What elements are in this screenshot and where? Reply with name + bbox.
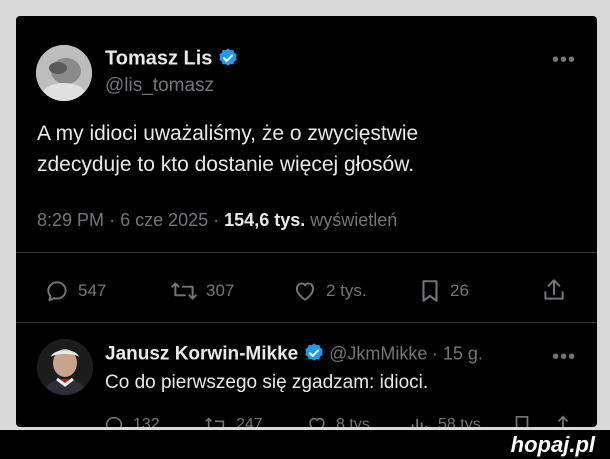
views-icon [411,418,428,427]
reply-header: Janusz Korwin-Mikke @JkmMikke · 15 g. [105,342,483,369]
repost-icon [205,417,225,427]
share-button[interactable] [552,413,582,427]
separator: · [431,343,443,364]
repost-button[interactable]: 247 [204,414,263,427]
more-icon[interactable]: ••• [552,347,576,367]
like-count: 2 tys. [326,281,367,300]
divider [16,322,597,323]
watermark-logo: hopaj.pl [510,432,595,457]
reply-text: Co do pierwszego się zgadzam: idioci. [105,372,429,393]
like-icon [295,282,315,301]
bookmark-icon [515,415,529,427]
share-icon [554,415,572,427]
repost-count: 307 [206,281,235,300]
reply-button[interactable]: 132 [103,414,160,427]
tweet-text: A my idioci uważaliśmy, że o zwycięstwie… [37,118,418,180]
repost-count: 247 [236,416,263,427]
bookmark-icon [422,280,438,302]
reply-count: 132 [133,416,160,427]
bookmark-button[interactable]: 26 [418,278,469,304]
separator: · [213,210,225,230]
repost-icon [171,282,197,300]
share-icon [544,279,564,300]
author-name[interactable]: Tomasz Lis [105,48,212,70]
verified-badge-icon [303,342,325,369]
like-icon [309,417,325,427]
tweet-meta: 8:29 PM · 6 cze 2025 · 154,6 tys. wyświe… [37,210,397,231]
bookmark-count: 26 [450,281,469,300]
views-count: 58 tys. [438,416,486,427]
verified-badge-icon [217,47,239,74]
author-name[interactable]: Janusz Korwin-Mikke [105,344,298,365]
share-button[interactable] [541,276,575,304]
reply-icon [105,416,123,427]
avatar[interactable] [37,339,93,395]
tweet-text-line: A my idioci uważaliśmy, że o zwycięstwie [37,122,419,145]
view-count: 154,6 tys. [224,210,306,230]
like-button[interactable]: 2 tys. [292,278,367,304]
like-count: 8 tys. [336,416,375,427]
more-icon[interactable]: ••• [552,50,576,70]
views-button[interactable]: 58 tys. [408,414,485,427]
author-handle[interactable]: @lis_tomasz [105,75,214,97]
bookmark-button[interactable] [512,414,540,427]
view-label: wyświetleń [310,210,398,230]
reply-button[interactable]: 547 [44,278,106,304]
tweet-date[interactable]: 6 cze 2025 [120,210,208,230]
author-handle[interactable]: @JkmMikke [329,344,427,364]
reply-count: 547 [78,281,107,300]
tweet-screenshot: Tomasz Lis @lis_tomasz ••• A my idioci u… [16,16,597,427]
tweet-time[interactable]: 8:29 PM [37,210,104,230]
separator: · [109,210,121,230]
watermark-bar: hopaj.pl [0,430,610,459]
avatar[interactable] [36,45,92,101]
reply-age[interactable]: 15 g. [443,344,483,364]
reply-icon [47,281,67,302]
tweet-text-line: zdecyduje to kto dostanie więcej głosów. [37,153,415,176]
divider [16,252,597,253]
author-name-row: Tomasz Lis [105,47,239,74]
repost-button[interactable]: 307 [170,278,234,304]
like-button[interactable]: 8 tys. [306,414,374,427]
